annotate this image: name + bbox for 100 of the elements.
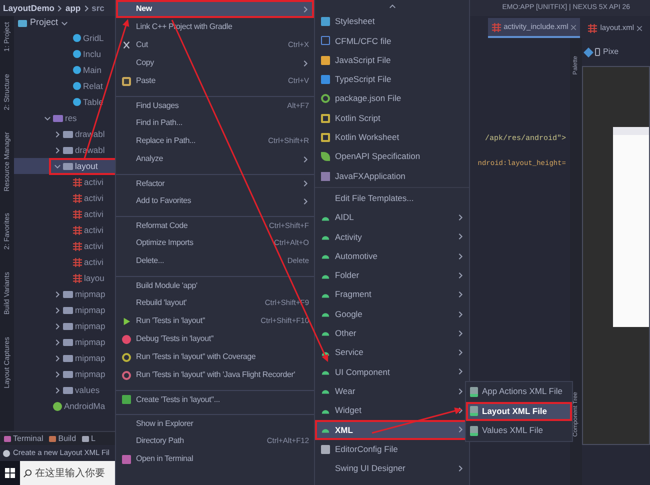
menu-item[interactable]: JavaFXApplication — [315, 166, 469, 186]
chevron-icon — [302, 180, 309, 187]
menu-item[interactable]: Kotlin Script — [315, 108, 469, 128]
chevron-icon[interactable] — [44, 114, 51, 122]
menu-item[interactable]: Stylesheet — [315, 12, 469, 32]
project-view-selector[interactable]: Project — [30, 16, 58, 30]
tree-item[interactable]: activi — [14, 238, 115, 254]
menu-item[interactable]: Analyze — [116, 150, 314, 168]
search-input[interactable]: 在这里输入你要 — [35, 466, 111, 480]
layers-icon[interactable] — [584, 47, 594, 57]
breadcrumb-item[interactable]: app — [65, 2, 81, 14]
menu-item[interactable]: TypeScript File — [315, 70, 469, 90]
tree-item[interactable]: mipmap — [14, 366, 115, 382]
menu-item[interactable]: Find in Path... — [116, 114, 314, 132]
scroll-up-icon[interactable] — [388, 2, 396, 10]
windows-logo-icon[interactable] — [5, 468, 15, 478]
menu-item-label: Show in Explorer — [136, 418, 194, 430]
menu-item[interactable]: UI Component — [315, 362, 469, 382]
tree-item-label: activi — [84, 240, 104, 252]
menu-item[interactable]: package.json File — [315, 89, 469, 108]
menu-item[interactable]: AIDL — [315, 208, 469, 228]
tree-item[interactable]: values — [14, 382, 115, 398]
chevron-icon[interactable] — [54, 386, 61, 394]
chevron-icon[interactable] — [54, 370, 61, 378]
close-icon[interactable] — [637, 26, 642, 30]
menu-item[interactable]: JavaScript File — [315, 50, 469, 70]
chevron-icon[interactable] — [54, 130, 61, 138]
menu-item[interactable]: Kotlin Worksheet — [315, 128, 469, 148]
tree-item[interactable]: activi — [14, 206, 115, 222]
menu-item[interactable]: Show in Explorer — [116, 414, 314, 432]
chevron-icon[interactable] — [54, 146, 61, 154]
menu-item-label: Cut — [136, 39, 149, 51]
tree-item[interactable]: activi — [14, 174, 115, 190]
menu-item[interactable]: New — [116, 0, 314, 18]
menu-item[interactable]: EditorConfig File — [315, 440, 469, 459]
menu-item[interactable]: Widget — [315, 400, 469, 420]
menu-item-label: Build Module 'app' — [136, 280, 198, 292]
menu-item[interactable]: CFML/CFC file — [315, 31, 469, 51]
menu-item[interactable]: Automotive — [315, 246, 469, 266]
tree-item[interactable]: AndroidMa — [14, 398, 115, 414]
menu-item[interactable]: Create 'Tests in 'layout''... — [116, 390, 314, 408]
tree-item[interactable]: layou — [14, 270, 115, 286]
tree-item[interactable]: Main — [14, 62, 115, 78]
tree-item[interactable]: Inclu — [14, 46, 115, 62]
menu-item[interactable]: Layout XML File — [466, 402, 572, 421]
tree-item[interactable]: Relat — [14, 78, 115, 94]
menu-item-label: Find in Path... — [136, 117, 184, 129]
tree-item[interactable]: activi — [14, 254, 115, 270]
menu-item[interactable]: Run 'Tests in 'layout'' with Coverage — [116, 348, 314, 366]
tree-item[interactable]: mipmap — [14, 334, 115, 350]
chevron-icon — [457, 368, 464, 376]
tool-window-button[interactable]: L — [82, 432, 96, 444]
chevron-icon[interactable] — [54, 290, 61, 298]
menu-item[interactable]: Add to Favorites — [116, 192, 314, 210]
chevron-icon[interactable] — [54, 354, 61, 362]
menu-item-label: Replace in Path... — [136, 135, 197, 147]
layout-file-icon — [73, 178, 82, 186]
device-icon[interactable] — [595, 48, 600, 56]
menu-item[interactable]: Open in Terminal — [116, 450, 314, 468]
menu-item-label: Kotlin Script — [335, 112, 382, 124]
menu-item[interactable]: App Actions XML File — [466, 382, 572, 402]
menu-item-label: Stylesheet — [335, 15, 376, 28]
breadcrumb-item[interactable]: LayoutDemo — [3, 2, 54, 14]
menu-item[interactable]: Run 'Tests in 'layout'' with 'Java Flight Recorder' — [116, 366, 314, 384]
tree-item[interactable]: layout — [14, 158, 115, 174]
tree-item-label: Main — [83, 64, 102, 76]
chevron-icon[interactable] — [54, 322, 61, 330]
tree-item[interactable]: activi — [14, 190, 115, 206]
menu-item[interactable]: Other — [315, 324, 469, 344]
tool-window-button[interactable]: Build — [49, 432, 76, 444]
menu-item[interactable]: Edit File Templates... — [315, 188, 469, 208]
chevron-icon[interactable] — [54, 338, 61, 346]
tree-item[interactable]: mipmap — [14, 318, 115, 334]
search-field[interactable]: 在这里输入你要 — [20, 461, 115, 485]
tree-item[interactable]: activi — [14, 222, 115, 238]
menu-item[interactable]: Fragment — [315, 285, 469, 304]
chevron-icon[interactable] — [54, 162, 61, 170]
tool-window-button[interactable]: Terminal — [4, 432, 44, 444]
tree-item[interactable]: mipmap — [14, 286, 115, 302]
menu-item[interactable]: Refactor — [116, 174, 314, 192]
chevron-icon[interactable] — [54, 306, 61, 314]
tree-item[interactable]: GridL — [14, 30, 115, 46]
device-selector[interactable]: Pixe — [603, 46, 619, 58]
tree-item[interactable]: mipmap — [14, 302, 115, 318]
tree-item-label: values — [75, 384, 100, 396]
close-icon[interactable] — [571, 24, 576, 30]
tree-item[interactable]: res — [14, 110, 115, 126]
menu-item[interactable]: Values XML File — [466, 421, 572, 440]
menu-item[interactable]: Copy — [116, 54, 314, 72]
tree-item[interactable]: mipmap — [14, 350, 115, 366]
menu-item[interactable]: Wear — [315, 382, 469, 401]
menu-item[interactable]: Debug 'Tests in 'layout'' — [116, 330, 314, 348]
menu-item-label: Folder — [335, 269, 360, 282]
menu-item[interactable]: Activity — [315, 227, 469, 247]
menu-item[interactable]: Folder — [315, 266, 469, 286]
menu-item[interactable]: OpenAPI Specification — [315, 147, 469, 166]
menu-item[interactable]: Google — [315, 304, 469, 324]
breadcrumb-item[interactable]: src — [92, 2, 104, 14]
menu-item[interactable]: Build Module 'app' — [116, 276, 314, 294]
menu-item[interactable]: Swing UI Designer — [315, 458, 469, 478]
